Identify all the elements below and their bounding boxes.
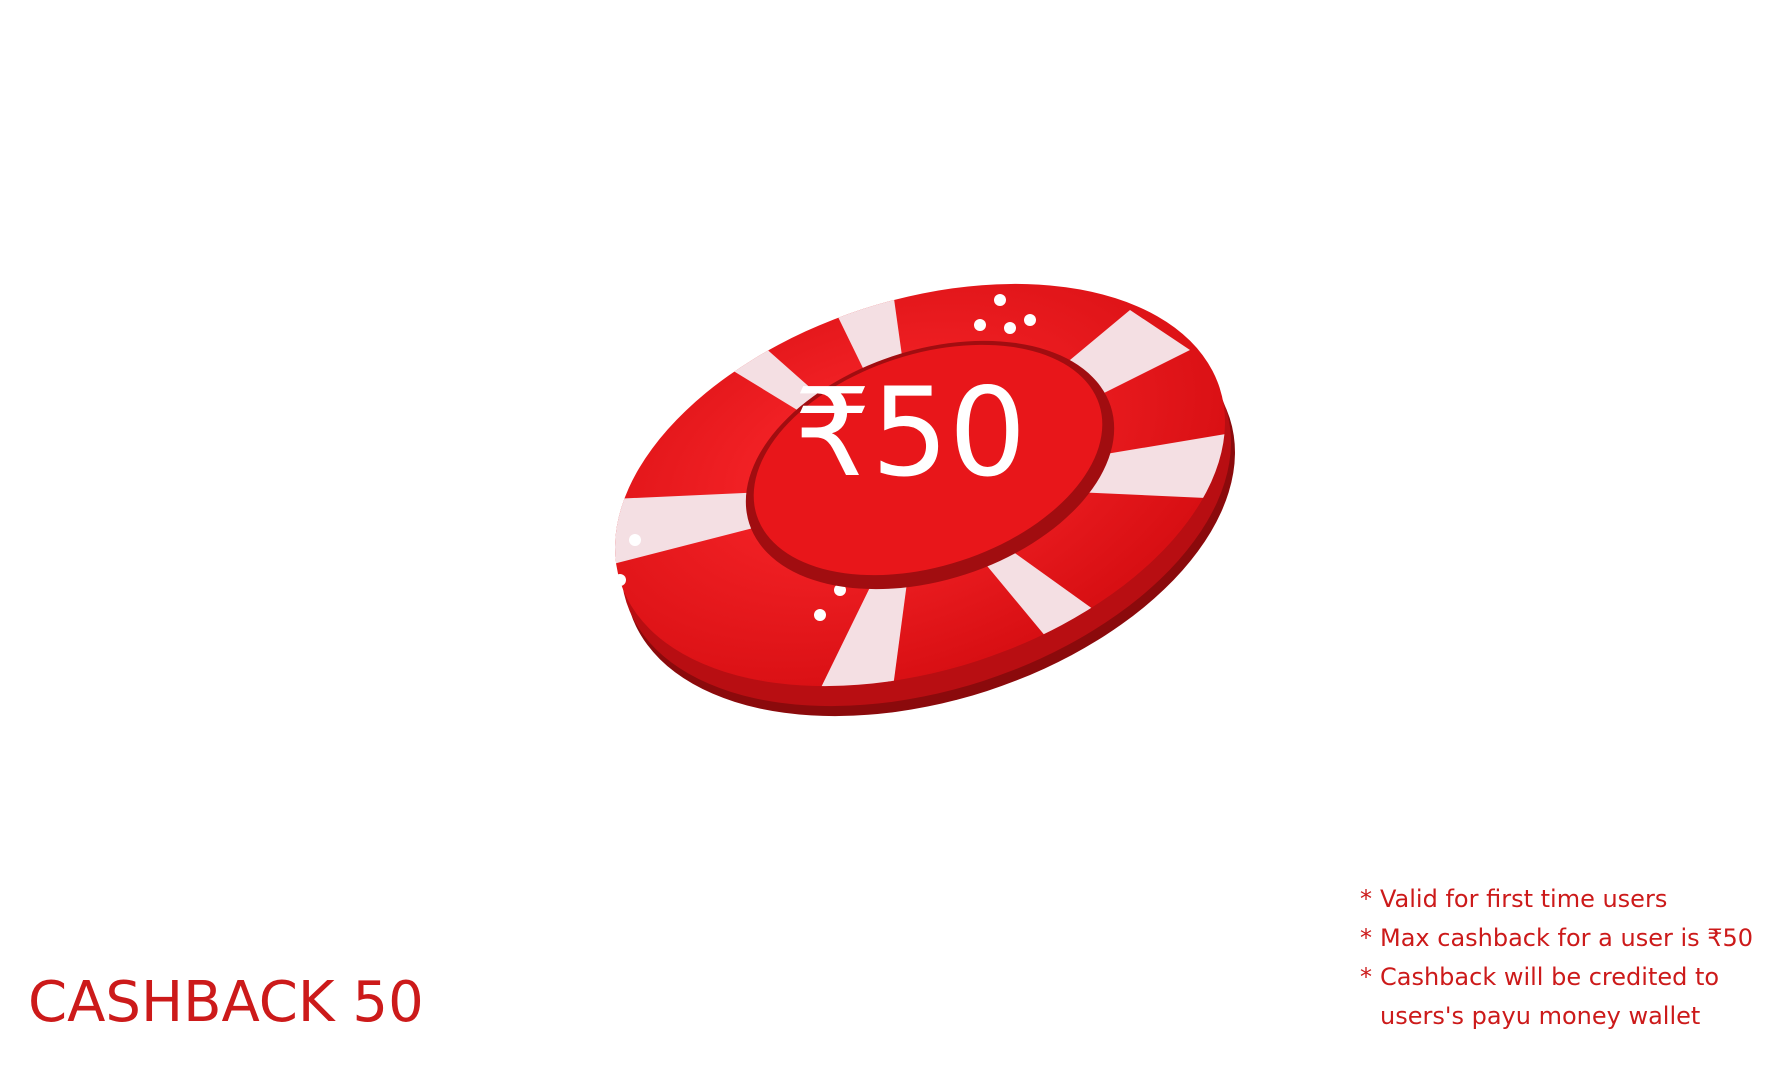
- poker-chip-image: ₹50: [590, 270, 1270, 770]
- bullet-star: *: [1360, 963, 1372, 991]
- cashback-banner: ₹50 CASHBACK 50 * Valid for first time u…: [0, 0, 1768, 1075]
- terms-text: Max cashback for a user is ₹50: [1380, 924, 1754, 952]
- bullet-star: *: [1360, 924, 1372, 952]
- chip-amount-label: ₹50: [794, 362, 1027, 504]
- terms-text-continued: users's payu money wallet: [1380, 1002, 1701, 1030]
- terms-text: Valid for first time users: [1380, 885, 1668, 913]
- offer-title: CASHBACK 50: [28, 970, 424, 1035]
- bullet-star: *: [1360, 885, 1372, 913]
- terms-item: * Valid for first time users: [1360, 880, 1760, 919]
- terms-item: * Cashback will be credited to: [1360, 958, 1760, 997]
- poker-chip-graphic: ₹50: [590, 270, 1250, 717]
- terms-text: Cashback will be credited to: [1380, 963, 1720, 991]
- terms-list: * Valid for first time users * Max cashb…: [1360, 880, 1760, 1036]
- terms-item: * Max cashback for a user is ₹50: [1360, 919, 1760, 958]
